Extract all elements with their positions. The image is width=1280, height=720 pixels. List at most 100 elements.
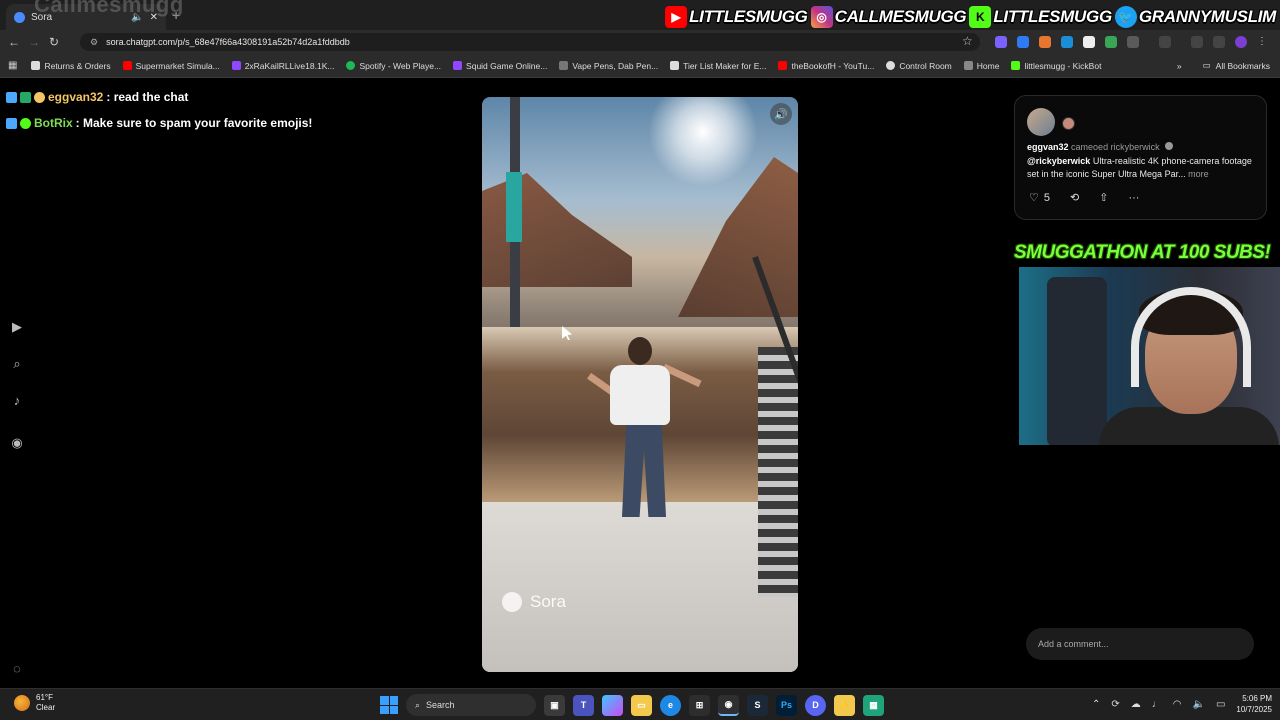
twitch-extension-icon[interactable] <box>995 36 1007 48</box>
post-target[interactable]: rickyberwick <box>1111 142 1160 152</box>
puzzle-extensions-icon[interactable] <box>1159 36 1171 48</box>
profile-avatar-icon[interactable] <box>1235 36 1247 48</box>
weather-widget[interactable]: 61°F Clear <box>14 693 55 713</box>
cliff-left <box>482 173 632 287</box>
task-view-icon[interactable]: ▣ <box>544 694 565 716</box>
back-arrow-icon[interactable]: ← <box>4 35 24 49</box>
browser-menu-icon[interactable]: ⋮ <box>1257 36 1269 48</box>
home-site-icon <box>963 61 973 70</box>
social-youtube: ▶ LITTLESMUGG <box>665 6 808 28</box>
social-twitter: 🐦 GRANNYMUSLIM <box>1114 6 1276 28</box>
post-caption: @rickyberwick Ultra-realistic 4K phone-c… <box>1027 155 1257 181</box>
more-options-icon[interactable]: ··· <box>1128 192 1139 204</box>
bell-nav-icon[interactable]: ♪ <box>9 393 25 409</box>
cloud-icon[interactable]: ☁ <box>1131 699 1141 710</box>
gaming-chair <box>1047 277 1107 445</box>
discord-icon[interactable]: D <box>805 694 826 716</box>
social-handles-overlay: ▶ LITTLESMUGG ◎ CALLMESMUGG K LITTLESMUG… <box>665 3 1276 31</box>
stream-banner: SMUGGATHON AT 100 SUBS! <box>1014 242 1271 263</box>
post-mention[interactable]: @rickyberwick <box>1027 156 1090 166</box>
photoshop-icon[interactable]: Ps <box>776 694 797 716</box>
windows-start-icon[interactable] <box>380 696 398 714</box>
clock-time: 5:06 PM <box>1242 694 1272 703</box>
share-icon[interactable]: ⇧ <box>1099 191 1108 204</box>
copilot-icon[interactable] <box>602 694 623 716</box>
remix-icon[interactable]: ⟲ <box>1070 191 1079 204</box>
volume-toggle-icon[interactable]: 🔊 <box>770 103 792 125</box>
search-nav-icon[interactable]: ⌕ <box>9 356 25 372</box>
bookmark-item[interactable]: Control Room <box>886 61 952 71</box>
settings-nav-icon[interactable]: ◌ <box>9 661 25 677</box>
extension-icon[interactable] <box>1061 36 1073 48</box>
temperature: 61°F <box>36 693 53 702</box>
extension-icon[interactable] <box>1017 36 1029 48</box>
extension-icon[interactable] <box>1105 36 1117 48</box>
verified-icon <box>1165 142 1174 150</box>
webcam-overlay <box>1019 267 1280 445</box>
post-card: eggvan32 cameoed rickyberwick @rickyberw… <box>1014 95 1267 220</box>
profile-nav-icon[interactable]: ◉ <box>9 435 25 451</box>
microphone-icon[interactable]: ♩ <box>1152 699 1162 710</box>
bookmark-label: Home <box>976 60 1000 71</box>
forward-arrow-icon[interactable]: → <box>24 35 44 49</box>
bookmark-item[interactable]: theBookofH - YouTu... <box>778 61 874 71</box>
media-control-icon[interactable] <box>1213 36 1225 48</box>
site-info-icon[interactable]: ⚙ <box>90 37 98 48</box>
edge-icon[interactable]: e <box>660 694 681 716</box>
sync-icon[interactable]: ⟳ <box>1111 699 1119 710</box>
extension-icon[interactable] <box>1083 36 1095 48</box>
author-avatar[interactable] <box>1027 108 1055 136</box>
bookmark-item[interactable]: Tier List Maker for E... <box>670 61 766 71</box>
system-clock[interactable]: 5:06 PM 10/7/2025 <box>1236 693 1272 715</box>
bookmark-item[interactable]: 2xRaKailRLLive18.1K... <box>231 61 334 71</box>
youtube-icon <box>122 61 132 70</box>
bookmark-item[interactable]: Spotify - Web Playe... <box>346 61 441 71</box>
play-nav-icon[interactable]: ▶ <box>9 319 25 335</box>
post-username[interactable]: eggvan32 <box>1027 142 1069 152</box>
wifi-icon[interactable]: ◠ <box>1173 699 1182 710</box>
like-button[interactable]: ♡ 5 <box>1029 191 1050 205</box>
teams-icon[interactable]: T <box>573 694 594 716</box>
bookmark-item[interactable]: Returns & Orders <box>31 61 111 71</box>
clock-date: 10/7/2025 <box>1236 705 1272 714</box>
all-bookmarks-button[interactable]: » ▭ All Bookmarks <box>1177 60 1270 71</box>
cameo-avatar[interactable] <box>1062 117 1075 130</box>
sora-video-player[interactable]: 🔊 Sora <box>482 97 798 672</box>
chevron-double-right-icon[interactable]: » <box>1177 61 1182 71</box>
comment-input[interactable]: Add a comment... <box>1026 628 1254 660</box>
bookmark-item[interactable]: Vape Pens, Dab Pen... <box>559 61 658 71</box>
extension-icon[interactable] <box>1039 36 1051 48</box>
bookmark-star-icon[interactable]: ☆ <box>962 34 973 48</box>
bookmark-label: Supermarket Simula... <box>135 60 220 71</box>
bookmark-item[interactable]: Squid Game Online... <box>453 61 547 71</box>
sora-watermark: Sora <box>502 592 566 612</box>
file-explorer-icon[interactable]: ▭ <box>631 694 652 716</box>
app-icon[interactable]: ▦ <box>863 694 884 716</box>
chrome-icon[interactable]: ◉ <box>718 694 739 716</box>
url-field[interactable]: ⚙ sora.chatgpt.com/p/s_68e47f66a4308191a… <box>80 33 980 51</box>
reading-list-icon[interactable] <box>1191 36 1203 48</box>
bookmark-item[interactable]: Home <box>963 60 1000 71</box>
taskbar-apps: ⌕ Search ▣ T ▭ e ⊞ ◉ S Ps D ⚡ ▦ <box>380 694 884 716</box>
all-bookmarks-label: All Bookmarks <box>1215 60 1270 71</box>
taskbar-search[interactable]: ⌕ Search <box>406 694 536 716</box>
social-handle: CALLMESMUGG <box>834 7 967 26</box>
steam-icon[interactable]: S <box>747 694 768 716</box>
volume-icon[interactable]: 🔈 <box>1193 699 1205 710</box>
bookmark-item[interactable]: Supermarket Simula... <box>122 60 220 71</box>
post-action: cameoed <box>1071 142 1109 152</box>
apps-grid-icon[interactable]: ▦ <box>8 60 17 71</box>
reload-icon[interactable]: ↻ <box>44 35 64 49</box>
chevron-up-icon[interactable]: ⌃ <box>1092 699 1100 710</box>
battery-icon[interactable]: ▭ <box>1216 699 1225 710</box>
store-icon[interactable]: ⊞ <box>689 694 710 716</box>
app-icon[interactable]: ⚡ <box>834 694 855 716</box>
social-kick: K LITTLESMUGG <box>969 6 1112 28</box>
sun-glare <box>648 97 758 187</box>
more-link[interactable]: more <box>1188 169 1209 179</box>
extension-icon[interactable] <box>1127 36 1139 48</box>
social-instagram: ◎ CALLMESMUGG <box>810 6 967 28</box>
sora-logo-icon <box>502 592 522 612</box>
bookmark-label: theBookofH - YouTu... <box>791 60 875 71</box>
bookmark-item[interactable]: littlesmugg - KickBot <box>1011 61 1101 71</box>
